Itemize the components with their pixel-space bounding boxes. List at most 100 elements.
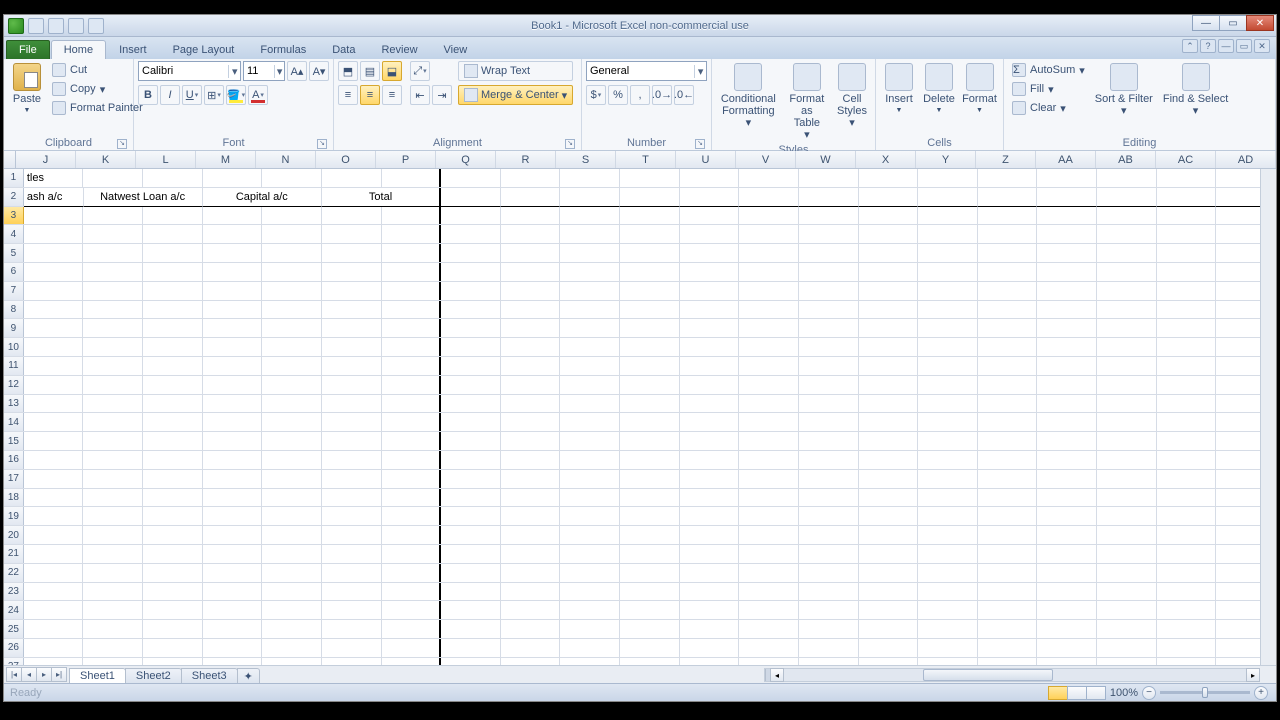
cell-W9[interactable]: [799, 319, 859, 337]
cell-Y26[interactable]: [918, 639, 978, 657]
cell-Q5[interactable]: [441, 244, 501, 262]
cell-K17[interactable]: [83, 470, 143, 488]
cell-V25[interactable]: [739, 620, 799, 638]
cell-R26[interactable]: [501, 639, 561, 657]
cell-J24[interactable]: [24, 601, 84, 619]
cell-Z21[interactable]: [978, 545, 1038, 563]
cell-T13[interactable]: [620, 395, 680, 413]
cell-J12[interactable]: [24, 376, 84, 394]
cell-O25[interactable]: [322, 620, 382, 638]
cell-W23[interactable]: [799, 583, 859, 601]
cell-Q20[interactable]: [441, 526, 501, 544]
cell-N4[interactable]: [262, 225, 322, 243]
cell-M16[interactable]: [203, 451, 263, 469]
cell-Y24[interactable]: [918, 601, 978, 619]
cell-AB10[interactable]: [1097, 338, 1157, 356]
cell-R18[interactable]: [501, 489, 561, 507]
cell-W10[interactable]: [799, 338, 859, 356]
cell-J15[interactable]: [24, 432, 84, 450]
cell-K14[interactable]: [83, 413, 143, 431]
cell-X14[interactable]: [859, 413, 919, 431]
cell-W19[interactable]: [799, 507, 859, 525]
cell-M3[interactable]: [203, 207, 263, 225]
cell-Y9[interactable]: [918, 319, 978, 337]
cell-AB12[interactable]: [1097, 376, 1157, 394]
cell-N24[interactable]: [262, 601, 322, 619]
row-header-20[interactable]: 20: [4, 526, 24, 544]
cell-AA3[interactable]: [1037, 207, 1097, 225]
cell-R6[interactable]: [501, 263, 561, 281]
cell-W18[interactable]: [799, 489, 859, 507]
cell-AA25[interactable]: [1037, 620, 1097, 638]
cell-N22[interactable]: [262, 564, 322, 582]
row-header-12[interactable]: 12: [4, 376, 24, 394]
cell-O27[interactable]: [322, 658, 382, 665]
cell-Y23[interactable]: [918, 583, 978, 601]
cell-AC4[interactable]: [1157, 225, 1217, 243]
cell-T22[interactable]: [620, 564, 680, 582]
cell-M27[interactable]: [203, 658, 263, 665]
cell-V15[interactable]: [739, 432, 799, 450]
cell-U10[interactable]: [680, 338, 740, 356]
cell-U22[interactable]: [680, 564, 740, 582]
cell-S1[interactable]: [560, 169, 620, 187]
cell-P7[interactable]: [382, 282, 442, 300]
cell-V26[interactable]: [739, 639, 799, 657]
cell-AB18[interactable]: [1097, 489, 1157, 507]
cell-N9[interactable]: [262, 319, 322, 337]
cell-N6[interactable]: [262, 263, 322, 281]
cell-T24[interactable]: [620, 601, 680, 619]
cell-M17[interactable]: [203, 470, 263, 488]
cell-J17[interactable]: [24, 470, 84, 488]
cell-S8[interactable]: [560, 301, 620, 319]
cell-AA13[interactable]: [1037, 395, 1097, 413]
cell-Y27[interactable]: [918, 658, 978, 665]
cell-K25[interactable]: [83, 620, 143, 638]
cell-Z5[interactable]: [978, 244, 1038, 262]
sheet-nav-last-button[interactable]: ▸|: [51, 667, 67, 682]
cell-M5[interactable]: [203, 244, 263, 262]
cell-Z13[interactable]: [978, 395, 1038, 413]
cell-U19[interactable]: [680, 507, 740, 525]
cell-J26[interactable]: [24, 639, 84, 657]
cell-T16[interactable]: [620, 451, 680, 469]
cell-R21[interactable]: [501, 545, 561, 563]
cell-AB21[interactable]: [1097, 545, 1157, 563]
cell-L22[interactable]: [143, 564, 203, 582]
col-header-K[interactable]: K: [76, 151, 136, 168]
zoom-slider[interactable]: [1160, 691, 1250, 694]
cell-P21[interactable]: [382, 545, 442, 563]
cell-R14[interactable]: [501, 413, 561, 431]
cell-W12[interactable]: [799, 376, 859, 394]
copy-button[interactable]: Copy ▾: [48, 80, 147, 98]
cell-U26[interactable]: [680, 639, 740, 657]
cell-AA17[interactable]: [1037, 470, 1097, 488]
format-as-table-button[interactable]: Format as Table ▾: [783, 61, 831, 143]
cell-Z11[interactable]: [978, 357, 1038, 375]
cell-Q26[interactable]: [441, 639, 501, 657]
cell-J23[interactable]: [24, 583, 84, 601]
cell-J21[interactable]: [24, 545, 84, 563]
cell-AC3[interactable]: [1157, 207, 1217, 225]
cell-R12[interactable]: [501, 376, 561, 394]
cell-Y19[interactable]: [918, 507, 978, 525]
wrap-text-button[interactable]: Wrap Text: [458, 61, 573, 81]
cell-V12[interactable]: [739, 376, 799, 394]
cell-Q15[interactable]: [441, 432, 501, 450]
cell-AA20[interactable]: [1037, 526, 1097, 544]
col-header-X[interactable]: X: [856, 151, 916, 168]
cell-AA5[interactable]: [1037, 244, 1097, 262]
cell-AC23[interactable]: [1157, 583, 1217, 601]
cell-L20[interactable]: [143, 526, 203, 544]
cell-R24[interactable]: [501, 601, 561, 619]
cell-N19[interactable]: [262, 507, 322, 525]
font-size-combo[interactable]: ▾: [243, 61, 285, 81]
col-header-J[interactable]: J: [16, 151, 76, 168]
cell-K22[interactable]: [83, 564, 143, 582]
cell-AC21[interactable]: [1157, 545, 1217, 563]
row-header-21[interactable]: 21: [4, 545, 24, 563]
cell-X6[interactable]: [859, 263, 919, 281]
qat-undo-icon[interactable]: [48, 18, 64, 34]
cell-W27[interactable]: [799, 658, 859, 665]
cell-T15[interactable]: [620, 432, 680, 450]
